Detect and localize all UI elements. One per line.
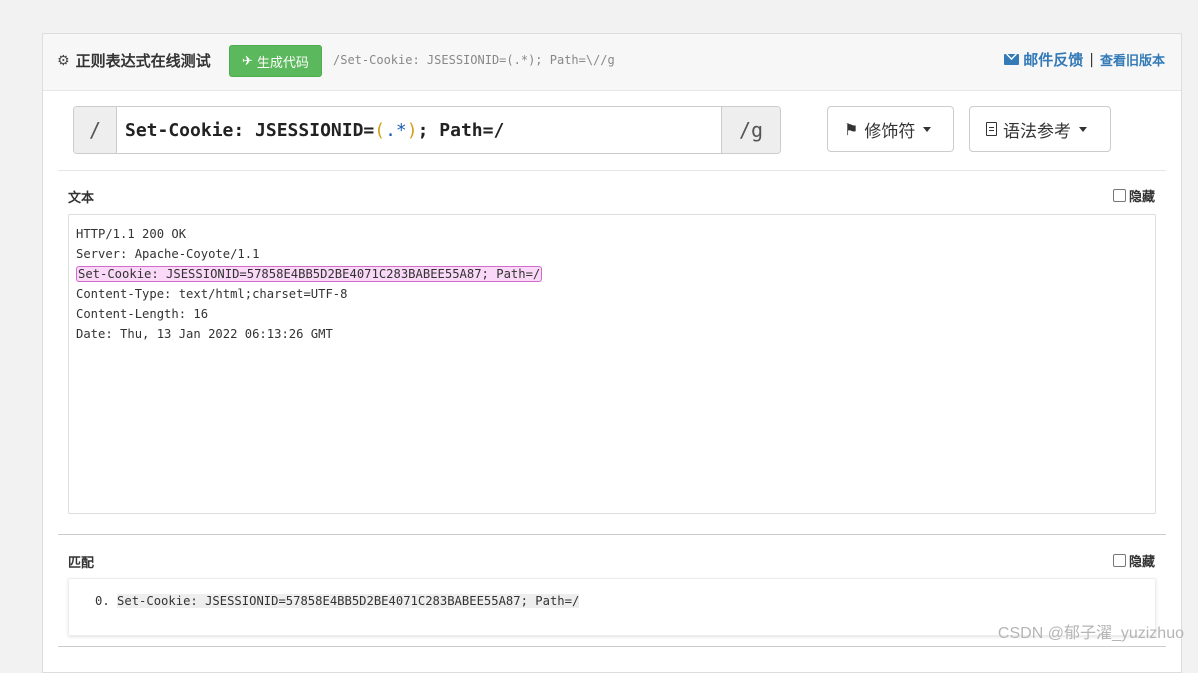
- modifiers-dropdown[interactable]: ⚑ 修饰符: [827, 106, 954, 152]
- match-value: Set-Cookie: JSESSIONID=57858E4BB5D2BE407…: [117, 594, 580, 608]
- regex-meta: .*: [385, 119, 407, 141]
- caret-down-icon: [923, 126, 932, 132]
- mail-feedback-label: 邮件反馈: [1023, 51, 1084, 69]
- text-line: Content-Type: text/html;charset=UTF-8: [76, 287, 348, 301]
- generate-code-button[interactable]: ✈ 生成代码: [229, 45, 322, 77]
- page-title: ⚙ 正则表达式在线测试: [57, 50, 211, 71]
- text-line-match-highlight: Set-Cookie: JSESSIONID=57858E4BB5D2BE407…: [76, 266, 543, 282]
- header-links: 邮件反馈 | 查看旧版本: [1004, 49, 1165, 70]
- panel-header: ⚙ 正则表达式在线测试 ✈ 生成代码 /Set-Cookie: JSESSION…: [43, 34, 1181, 91]
- regex-tester-panel: ⚙ 正则表达式在线测试 ✈ 生成代码 /Set-Cookie: JSESSION…: [42, 33, 1182, 673]
- regex-input[interactable]: Set-Cookie: JSESSIONID=(.*); Path=/: [117, 107, 721, 153]
- regex-literal-part1: Set-Cookie: JSESSIONID=: [125, 119, 375, 141]
- text-line: HTTP/1.1 200 OK: [76, 227, 187, 241]
- caret-down-icon: [1079, 126, 1087, 132]
- regex-flags: /g: [721, 107, 780, 153]
- flag-icon: ⚑: [844, 119, 859, 139]
- text-section-label: 文本: [68, 191, 95, 206]
- match-hide-toggle[interactable]: 隐藏: [1112, 551, 1155, 570]
- page-title-text: 正则表达式在线测试: [75, 52, 211, 70]
- match-index: 0.: [95, 594, 110, 608]
- mail-feedback-link[interactable]: 邮件反馈: [1004, 49, 1083, 70]
- generate-code-label: 生成代码: [256, 55, 309, 71]
- gears-icon: ⚙: [57, 52, 70, 69]
- envelope-icon: [1004, 54, 1020, 65]
- document-icon: [986, 122, 997, 136]
- old-version-link[interactable]: 查看旧版本: [1100, 50, 1165, 69]
- divider: [58, 534, 1166, 535]
- text-hide-toggle[interactable]: 隐藏: [1112, 186, 1155, 205]
- test-text-area[interactable]: HTTP/1.1 200 OK Server: Apache-Coyote/1.…: [68, 214, 1156, 514]
- regex-paren-close: ): [406, 119, 418, 141]
- send-icon: ✈: [242, 53, 253, 69]
- syntax-reference-dropdown[interactable]: 语法参考: [969, 106, 1111, 152]
- regex-preview: /Set-Cookie: JSESSIONID=(.*); Path=\//g: [333, 53, 615, 67]
- divider: [58, 646, 1166, 647]
- regex-left-delimiter: /: [74, 107, 117, 153]
- regex-paren-open: (: [374, 119, 386, 141]
- match-section-label: 匹配: [68, 556, 95, 571]
- modifiers-label: 修饰符: [864, 121, 916, 142]
- text-line: Server: Apache-Coyote/1.1: [76, 247, 260, 261]
- match-results: 0. Set-Cookie: JSESSIONID=57858E4BB5D2BE…: [68, 578, 1156, 636]
- regex-literal-part2: ; Path=/: [417, 119, 505, 141]
- match-hide-checkbox[interactable]: [1112, 554, 1126, 567]
- link-separator: |: [1089, 51, 1094, 68]
- text-line: Date: Thu, 13 Jan 2022 06:13:26 GMT: [76, 327, 333, 341]
- divider: [58, 170, 1166, 171]
- match-hide-label: 隐藏: [1128, 555, 1155, 570]
- syntax-reference-label: 语法参考: [1003, 121, 1071, 142]
- text-line: Content-Length: 16: [76, 307, 209, 321]
- watermark: CSDN @郁子濯_yuzizhuo: [997, 625, 1184, 642]
- text-hide-checkbox[interactable]: [1112, 189, 1126, 202]
- regex-input-group: / Set-Cookie: JSESSIONID=(.*); Path=/ /g: [73, 106, 781, 154]
- text-hide-label: 隐藏: [1128, 190, 1155, 205]
